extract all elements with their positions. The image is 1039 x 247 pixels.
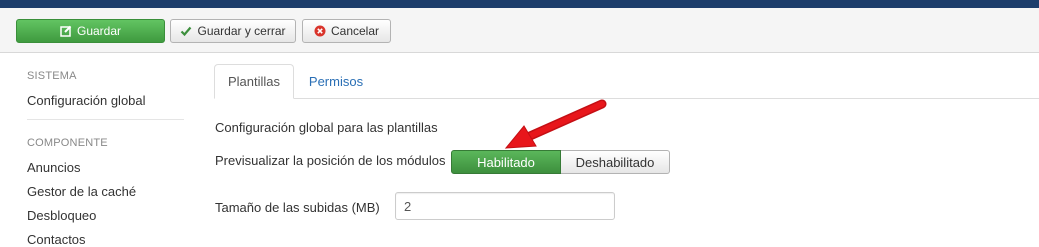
upload-size-input[interactable]: [395, 192, 615, 220]
save-and-close-button[interactable]: Guardar y cerrar: [170, 19, 296, 43]
sidebar-item-global-config[interactable]: Configuración global: [27, 93, 146, 108]
sidebar-item-anuncios[interactable]: Anuncios: [27, 160, 80, 175]
save-button-label: Guardar: [76, 24, 122, 38]
preview-positions-toggle: Habilitado Deshabilitado: [451, 150, 670, 174]
cancel-button-label: Cancelar: [330, 24, 380, 38]
form-section-title: Configuración global para las plantillas: [215, 120, 438, 135]
cancel-circle-icon: [314, 25, 326, 37]
preview-positions-label: Previsualizar la posición de los módulos: [215, 153, 446, 168]
toolbar: Guardar Guardar y cerrar Cancelar: [0, 8, 1039, 53]
toggle-enabled-button[interactable]: Habilitado: [451, 150, 561, 174]
edit-icon: [60, 25, 72, 37]
tab-permissions[interactable]: Permisos: [300, 64, 372, 99]
sidebar-section-component: COMPONENTE: [27, 137, 108, 149]
save-and-close-label: Guardar y cerrar: [197, 24, 286, 38]
sidebar-section-system: SISTEMA: [27, 70, 77, 82]
sidebar-item-contacts[interactable]: Contactos: [27, 232, 86, 247]
upload-size-label: Tamaño de las subidas (MB): [215, 200, 380, 215]
checkmark-icon: [180, 25, 192, 37]
sidebar-divider: [27, 119, 184, 120]
tab-templates[interactable]: Plantillas: [214, 64, 294, 99]
cancel-button[interactable]: Cancelar: [302, 19, 391, 43]
sidebar-item-cache-manager[interactable]: Gestor de la caché: [27, 184, 136, 199]
toggle-disabled-button[interactable]: Deshabilitado: [561, 150, 670, 174]
top-navbar: [0, 0, 1039, 8]
sidebar-item-unlock[interactable]: Desbloqueo: [27, 208, 96, 223]
save-button[interactable]: Guardar: [16, 19, 165, 43]
